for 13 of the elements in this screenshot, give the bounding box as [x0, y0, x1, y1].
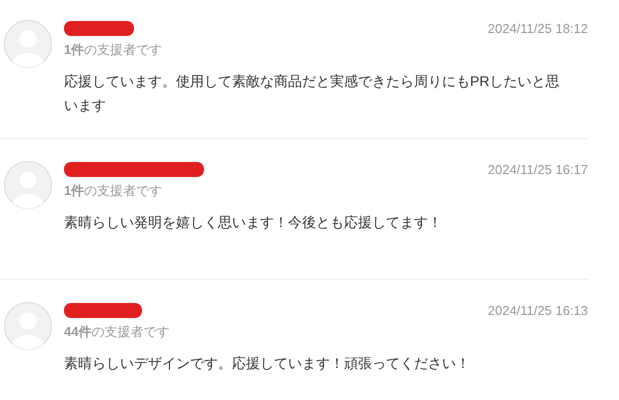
- comment-date: 2024/11/25 16:17: [488, 162, 588, 177]
- supporter-count: 1件の支援者です: [64, 41, 162, 59]
- comment-text: 素晴らしいデザインです。応援しています！頑張ってください！: [64, 354, 471, 373]
- supporter-count: 1件の支援者です: [64, 182, 164, 200]
- redaction-mark: [64, 20, 134, 38]
- avatar-icon: [4, 161, 52, 209]
- avatar-icon: [4, 302, 52, 350]
- supporter-count: 44件の支援者です: [64, 323, 170, 341]
- comment-date: 2024/11/25 18:12: [488, 21, 588, 36]
- avatar-icon: [4, 20, 52, 68]
- comment-text: 応援しています。使用して素敵な商品だと実感できたら周りにもPRしたいと思います: [64, 72, 560, 115]
- comment-date: 2024/11/25 16:13: [488, 303, 588, 318]
- comment-text: 素晴らしい発明を嬉しく思います！今後とも応援してます！: [64, 213, 443, 232]
